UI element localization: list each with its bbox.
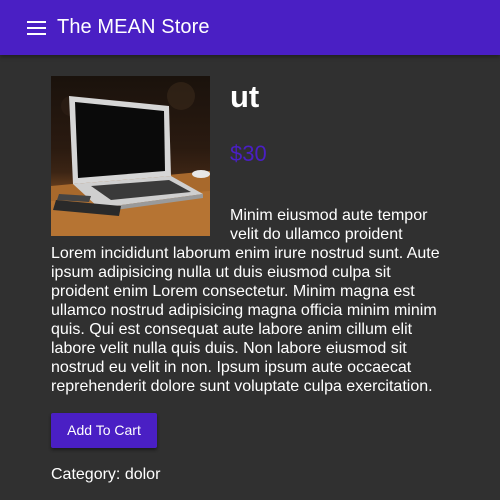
app-toolbar: The MEAN Store (0, 0, 500, 55)
menu-icon-bar (27, 26, 46, 29)
product-category: Category: dolor (51, 466, 161, 483)
laptop-image (51, 82, 210, 236)
app-title[interactable]: The MEAN Store (57, 0, 210, 55)
menu-icon[interactable] (27, 18, 47, 38)
menu-icon-bar (27, 32, 46, 35)
product-image (51, 76, 210, 236)
product-detail: ut $30 Minim eiusmod aute tempor velit d… (51, 76, 451, 485)
menu-icon-bar (27, 20, 46, 23)
add-to-cart-button[interactable]: Add To Cart (51, 413, 157, 448)
